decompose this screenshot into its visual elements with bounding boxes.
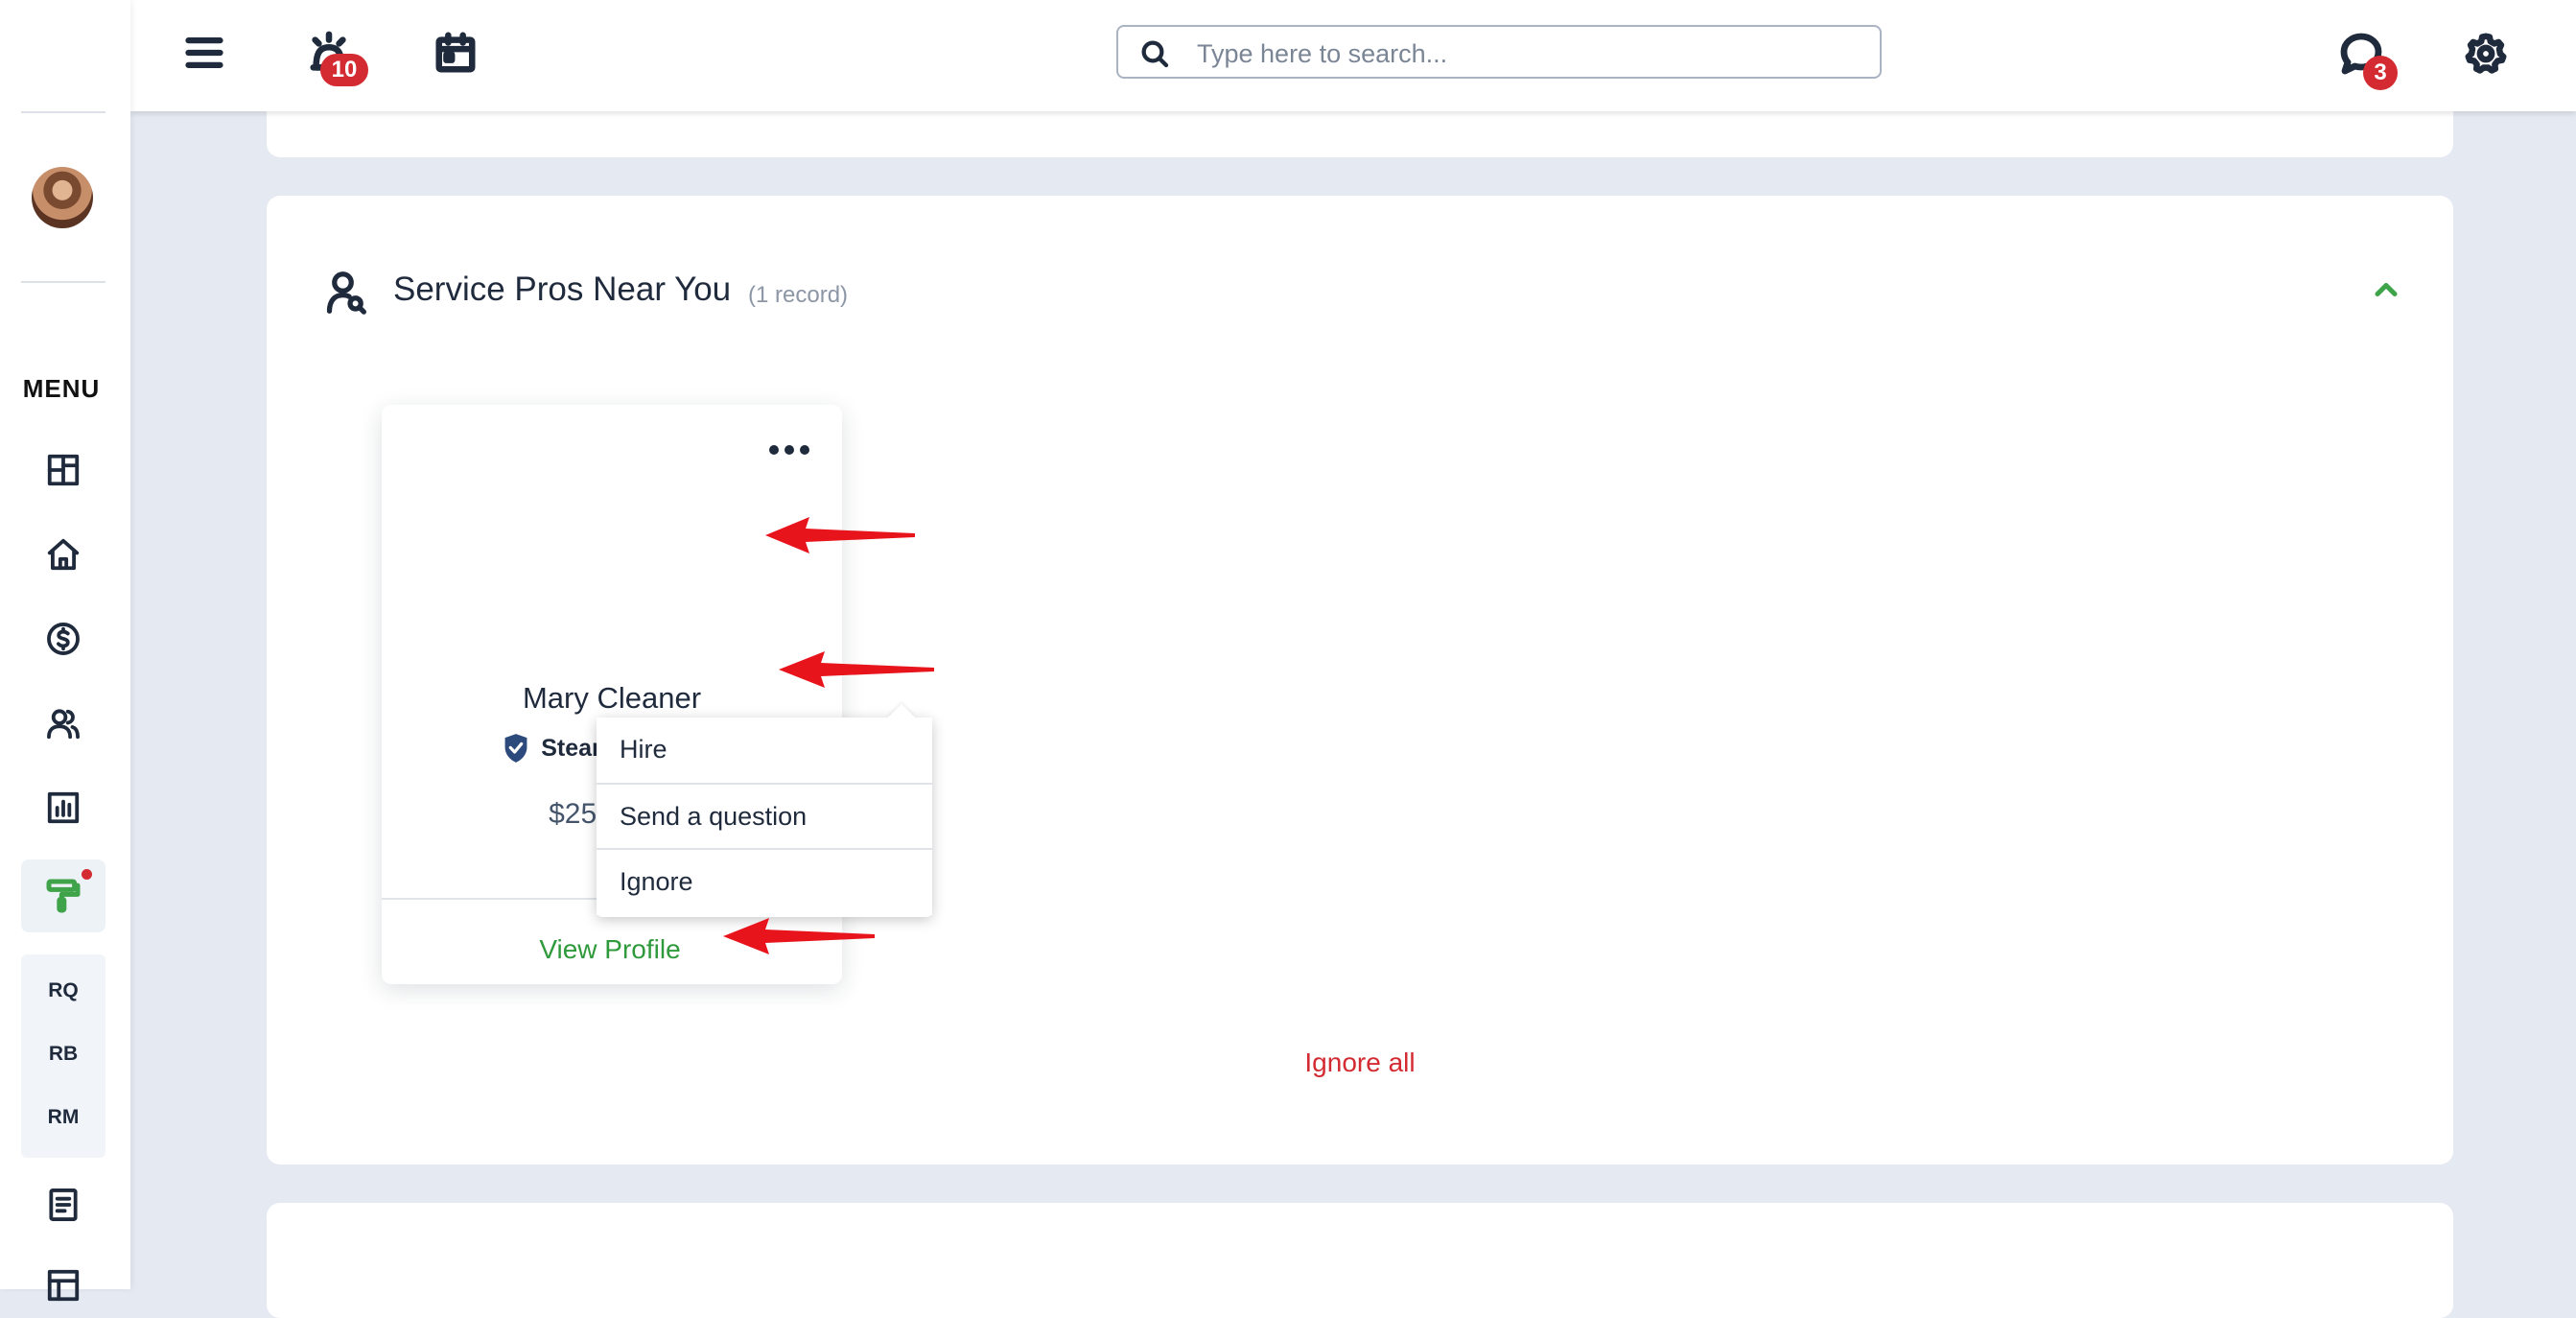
- sidebar-item-services[interactable]: [21, 859, 105, 932]
- alarm-badge: 10: [320, 54, 368, 86]
- gear-icon[interactable]: [2459, 27, 2513, 81]
- more-dots-icon[interactable]: [765, 435, 813, 464]
- annotation-arrow: [779, 651, 934, 688]
- chevron-up-icon[interactable]: [2369, 272, 2403, 307]
- sidebar-divider: [21, 281, 105, 283]
- dashboard-icon[interactable]: [40, 447, 86, 493]
- ignore-all-link[interactable]: Ignore all: [267, 1047, 2453, 1078]
- sidebar-divider: [21, 111, 105, 113]
- sidebar-submenu: RQ RB RM: [21, 954, 105, 1158]
- avatar[interactable]: [32, 167, 93, 228]
- sidebar-item-rm[interactable]: RM: [21, 1106, 105, 1129]
- panel-title: Service Pros Near You: [393, 271, 732, 308]
- chart-icon[interactable]: [40, 785, 86, 831]
- service-pros-panel: Service Pros Near You (1 record) Mary Cl…: [267, 196, 2453, 1165]
- search-icon: [1141, 40, 1169, 68]
- pro-name: Mary Cleaner: [522, 681, 702, 715]
- search-input[interactable]: [1195, 35, 1861, 73]
- annotation-arrow: [765, 517, 915, 553]
- hamburger-icon[interactable]: [180, 29, 228, 77]
- shield-check-icon: [504, 734, 527, 763]
- messages-badge: 3: [2363, 56, 2398, 90]
- pro-card: Mary Cleaner Steam Cleaning $250/total V…: [382, 405, 932, 984]
- sidebar-item-rb[interactable]: RB: [21, 1043, 105, 1066]
- menu-label: MENU: [22, 374, 101, 403]
- sidebar: MENU RQ RB RM: [0, 0, 130, 1302]
- home-icon[interactable]: [40, 531, 86, 577]
- menu-item-hire[interactable]: Hire: [597, 718, 932, 783]
- building-icon[interactable]: [40, 1262, 86, 1308]
- sidebar-item-rq[interactable]: RQ: [21, 979, 105, 1002]
- actions-dropdown: Hire Send a question Ignore: [597, 718, 932, 917]
- notification-dot: [82, 869, 92, 880]
- calendar-icon[interactable]: [430, 27, 481, 79]
- annotation-arrow: [723, 918, 875, 954]
- menu-item-send-question[interactable]: Send a question: [597, 783, 932, 848]
- dollar-icon[interactable]: [40, 616, 86, 662]
- search-bar[interactable]: [1116, 25, 1882, 79]
- document-icon[interactable]: [40, 1182, 86, 1228]
- users-icon[interactable]: [40, 700, 86, 746]
- topbar: 10 3: [130, 0, 2576, 111]
- person-search-icon: [326, 271, 366, 315]
- record-count: (1 record): [748, 282, 849, 308]
- paint-roller-icon: [46, 879, 81, 913]
- menu-item-ignore[interactable]: Ignore: [597, 848, 932, 915]
- next-panel: [267, 1203, 2453, 1318]
